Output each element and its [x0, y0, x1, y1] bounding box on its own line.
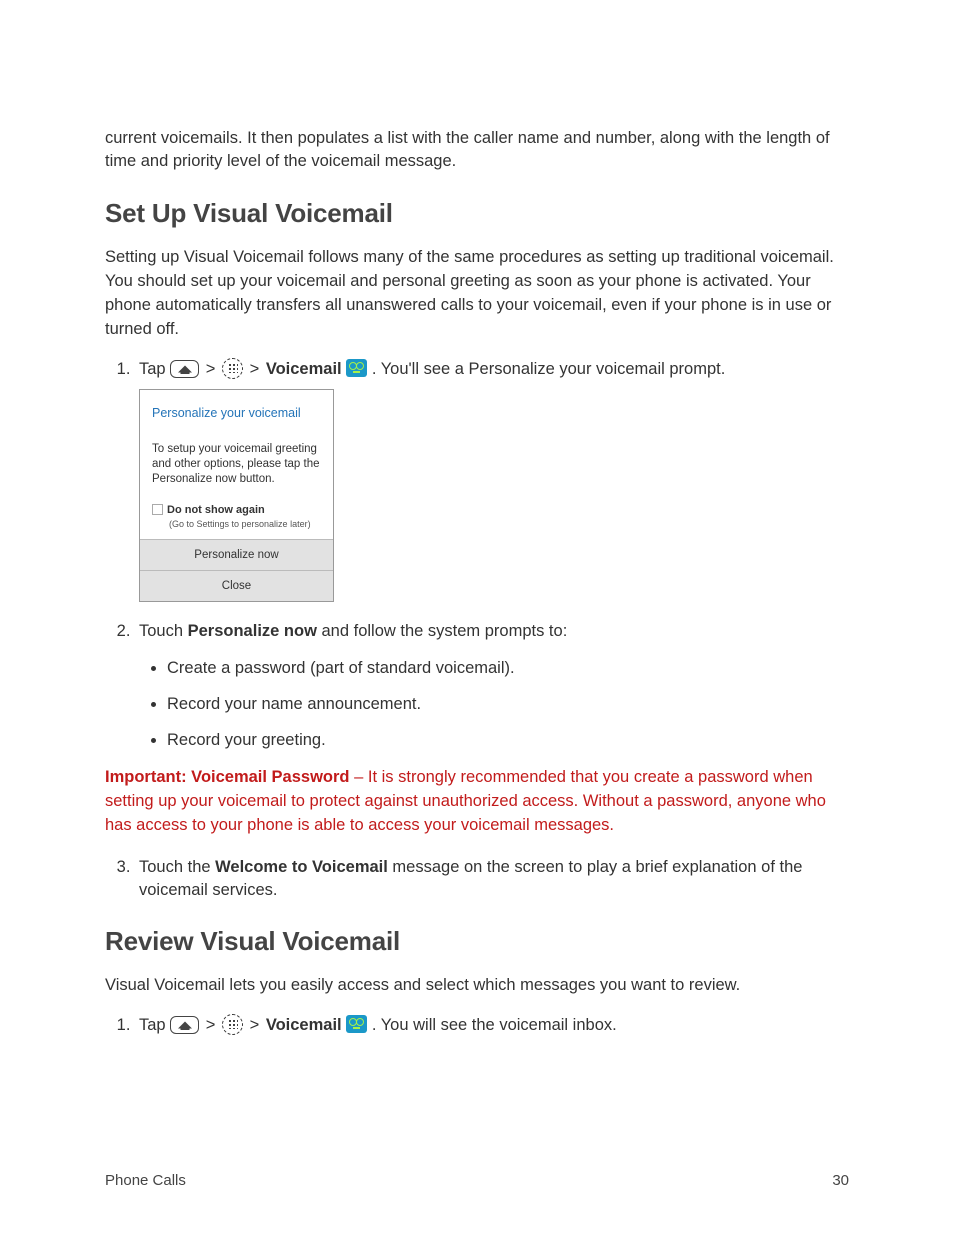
apps-icon	[222, 1014, 243, 1035]
step3-bold: Welcome to Voicemail	[215, 858, 388, 876]
voicemail-label: Voicemail	[266, 360, 342, 378]
voicemail-icon	[346, 359, 367, 377]
step2-bullets: Create a password (part of standard voic…	[139, 657, 849, 752]
bullet-name: Record your name announcement.	[167, 693, 849, 716]
sep: >	[201, 360, 220, 378]
voicemail-icon	[346, 1015, 367, 1033]
dialog-chk-label: Do not show again	[167, 504, 265, 516]
rstep1-suffix: . You will see the voicemail inbox.	[367, 1016, 616, 1034]
intro-paragraph: current voicemails. It then populates a …	[105, 127, 849, 175]
step1-prefix: Tap	[139, 360, 170, 378]
apps-icon	[222, 358, 243, 379]
footer-left: Phone Calls	[105, 1172, 186, 1189]
section1-steps-cont: Touch the Welcome to Voicemail message o…	[105, 856, 849, 902]
personalize-dialog: Personalize your voicemail To setup your…	[139, 389, 334, 602]
voicemail-label: Voicemail	[266, 1016, 342, 1034]
step-3: Touch the Welcome to Voicemail message o…	[135, 856, 849, 902]
step3-prefix: Touch the	[139, 858, 215, 876]
page-footer: Phone Calls 30	[105, 1172, 849, 1189]
dialog-message: To setup your voicemail greeting and oth…	[140, 432, 333, 497]
section1-intro: Setting up Visual Voicemail follows many…	[105, 246, 849, 342]
bullet-password: Create a password (part of standard voic…	[167, 657, 849, 680]
step1-suffix: . You'll see a Personalize your voicemai…	[367, 360, 725, 378]
dialog-title: Personalize your voicemail	[140, 390, 333, 433]
section1-steps: Tap > > Voicemail . You'll see a Persona…	[105, 358, 849, 753]
warning-bold: Important: Voicemail Password	[105, 768, 350, 786]
important-warning: Important: Voicemail Password – It is st…	[105, 766, 849, 838]
sep: >	[245, 1016, 264, 1034]
section2-steps: Tap > > Voicemail . You will see the voi…	[105, 1014, 849, 1037]
section2-intro: Visual Voicemail lets you easily access …	[105, 974, 849, 998]
dialog-checkbox-row: Do not show again (Go to Settings to per…	[140, 497, 333, 539]
document-page: current voicemails. It then populates a …	[0, 0, 954, 1235]
review-step-1: Tap > > Voicemail . You will see the voi…	[135, 1014, 849, 1037]
bullet-greeting: Record your greeting.	[167, 729, 849, 752]
section-heading-setup: Set Up Visual Voicemail	[105, 198, 849, 229]
dialog-btn-personalize: Personalize now	[140, 539, 333, 570]
sep: >	[245, 360, 264, 378]
step2-bold: Personalize now	[188, 622, 317, 640]
step-2: Touch Personalize now and follow the sys…	[135, 620, 849, 752]
home-icon	[170, 1016, 199, 1034]
dialog-btn-close: Close	[140, 570, 333, 601]
section-heading-review: Review Visual Voicemail	[105, 926, 849, 957]
checkbox-icon	[152, 504, 163, 515]
step-1: Tap > > Voicemail . You'll see a Persona…	[135, 358, 849, 603]
step2-prefix: Touch	[139, 622, 188, 640]
rstep1-prefix: Tap	[139, 1016, 170, 1034]
dialog-chk-sub: (Go to Settings to personalize later)	[169, 518, 321, 531]
step2-suffix: and follow the system prompts to:	[317, 622, 567, 640]
home-icon	[170, 360, 199, 378]
sep: >	[201, 1016, 220, 1034]
footer-page-number: 30	[832, 1172, 849, 1189]
